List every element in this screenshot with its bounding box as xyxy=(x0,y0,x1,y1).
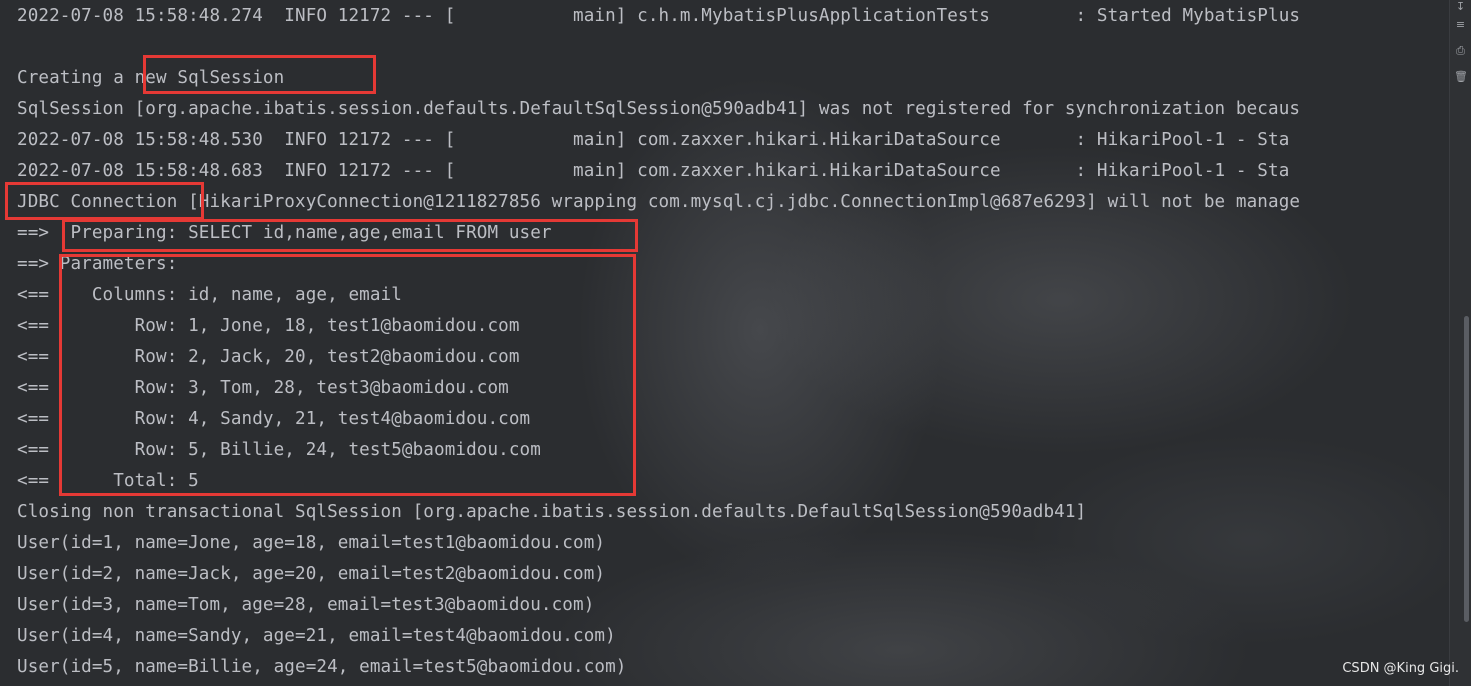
log-line: Closing non transactional SqlSession [or… xyxy=(17,502,1087,522)
log-line: JDBC Connection [HikariProxyConnection@1… xyxy=(17,192,1301,212)
log-line: 2022-07-08 15:58:48.274 INFO 12172 --- [… xyxy=(17,6,1301,26)
log-line: 2022-07-08 15:58:48.683 INFO 12172 --- [… xyxy=(17,161,1290,181)
user-output-line: User(id=4, name=Sandy, age=21, email=tes… xyxy=(17,626,616,646)
highlight-new-sqlsession xyxy=(143,55,376,94)
trash-icon[interactable]: 🗑 xyxy=(1454,70,1468,83)
watermark: CSDN @King Gigi. xyxy=(1342,661,1459,676)
user-output-line: User(id=5, name=Billie, age=24, email=te… xyxy=(17,657,627,677)
console-toolbar: ↧ ≡ ⎙ 🗑 xyxy=(1449,0,1471,686)
user-output-line: User(id=2, name=Jack, age=20, email=test… xyxy=(17,564,606,584)
log-line: SqlSession [org.apache.ibatis.session.de… xyxy=(17,99,1301,119)
highlight-preparing-sql xyxy=(62,219,638,252)
log-line: 2022-07-08 15:58:48.530 INFO 12172 --- [… xyxy=(17,130,1290,150)
print-icon[interactable]: ⎙ xyxy=(1454,44,1467,57)
soft-wrap-icon[interactable]: ≡ xyxy=(1454,18,1467,31)
highlight-query-results xyxy=(59,254,636,496)
highlight-jdbc-connection xyxy=(5,182,204,220)
scroll-to-end-icon[interactable]: ↧ xyxy=(1454,0,1467,13)
user-output-line: User(id=3, name=Tom, age=28, email=test3… xyxy=(17,595,595,615)
user-output-line: User(id=1, name=Jone, age=18, email=test… xyxy=(17,533,606,553)
console-output[interactable]: 2022-07-08 15:58:48.274 INFO 12172 --- [… xyxy=(0,0,1450,686)
scrollbar-thumb[interactable] xyxy=(1464,316,1469,622)
